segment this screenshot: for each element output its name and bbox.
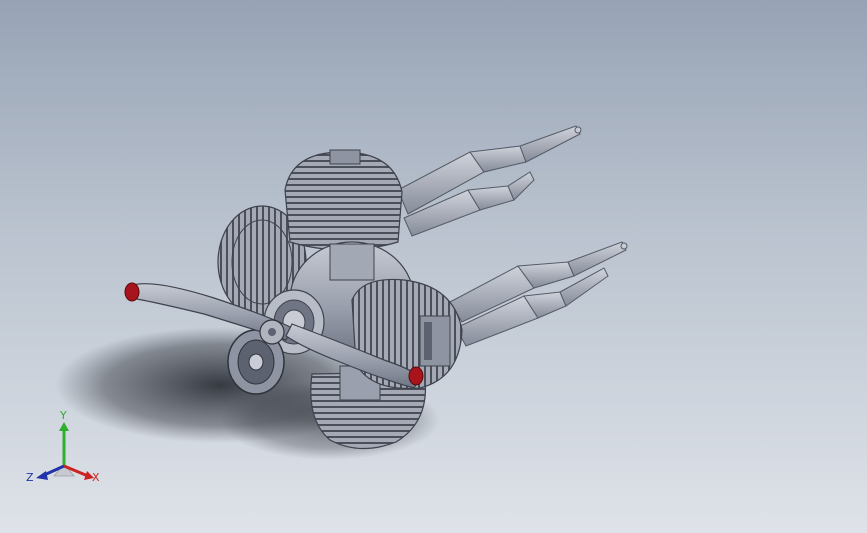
cylinder-top[interactable] xyxy=(284,149,403,251)
view-orientation-triad[interactable]: Y X Z xyxy=(24,410,108,488)
triad-y-label: Y xyxy=(60,409,67,422)
triad-x-label: X xyxy=(92,471,100,484)
engine-model-view[interactable] xyxy=(0,0,867,533)
propeller-tip-right xyxy=(408,366,424,386)
triad-z-label: Z xyxy=(26,471,34,484)
propeller-tip-left xyxy=(124,282,140,302)
graphics-viewport[interactable]: Y X Z xyxy=(0,0,867,533)
